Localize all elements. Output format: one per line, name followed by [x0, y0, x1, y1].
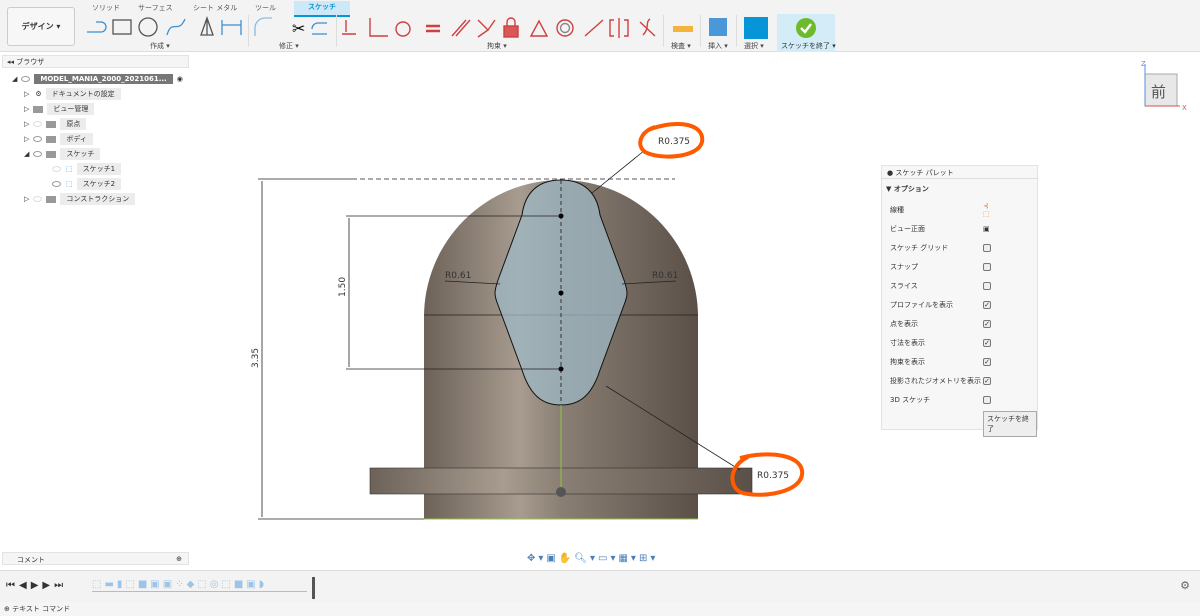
- finish-sketch-label: スケッチを終了 ▾: [781, 42, 836, 50]
- dimension-radius-top[interactable]: R0.375: [658, 137, 690, 147]
- navigation-bar[interactable]: ✥▾▣✋🔍︎▾▭▾▦▾⊞▾: [527, 553, 658, 564]
- fix-icon: [342, 20, 356, 35]
- show-projected-geometry-checkbox[interactable]: ✓: [983, 377, 991, 385]
- measure-icon: [673, 26, 693, 32]
- sketch-grid-checkbox[interactable]: [983, 244, 991, 252]
- show-constraints-checkbox[interactable]: ✓: [983, 358, 991, 366]
- midpoint-icon: [584, 19, 604, 37]
- parallel-icon: [451, 19, 471, 37]
- collinear-icon: [477, 19, 496, 38]
- show-profile-checkbox[interactable]: ✓: [983, 301, 991, 309]
- palette-finish-sketch-button[interactable]: スケッチを終了: [983, 411, 1037, 437]
- svg-text:Z: Z: [1141, 60, 1146, 68]
- timeline-playback-controls[interactable]: ⏮◀▶▶⏭: [6, 580, 67, 591]
- fillet-icon: [254, 17, 272, 36]
- triangle-constraint-icon: [529, 19, 549, 37]
- insert-menu[interactable]: 挿入 ▾: [708, 41, 728, 51]
- select-icon: [744, 17, 768, 39]
- comments-panel[interactable]: コメント ⊕: [2, 552, 189, 565]
- perpendicular-icon: [369, 18, 388, 37]
- spline-icon: [166, 18, 186, 36]
- trim-scissors-icon: ✂: [292, 19, 305, 38]
- snap-checkbox[interactable]: [983, 263, 991, 271]
- dimension-radius-bottom[interactable]: R0.375: [757, 471, 789, 481]
- linetype-icon[interactable]: ⊰ ⬚: [983, 202, 990, 218]
- concentric-icon: [556, 19, 574, 37]
- checkmark-icon: [796, 18, 816, 38]
- timeline-features[interactable]: ⬚▬▮⬚■▣▣⁘◆⬚◎⬚■▣◗: [92, 579, 267, 590]
- svg-text:X: X: [1182, 104, 1187, 112]
- show-points-checkbox[interactable]: ✓: [983, 320, 991, 328]
- line-icon: [87, 21, 107, 33]
- symmetry-icon: [609, 18, 629, 38]
- dimension-slot-length[interactable]: 1.50: [338, 277, 348, 297]
- dimension-radius-left[interactable]: R0.61: [445, 271, 471, 281]
- finish-sketch-button[interactable]: スケッチを終了 ▾: [777, 14, 836, 52]
- add-comment-icon: ⊕: [176, 555, 182, 563]
- dimension-height[interactable]: 3.35: [251, 348, 261, 368]
- inspect-menu[interactable]: 検査 ▾: [671, 41, 691, 51]
- modify-menu[interactable]: 修正 ▾: [279, 41, 299, 51]
- create-menu[interactable]: 作成 ▾: [150, 41, 170, 51]
- timeline-marker[interactable]: [312, 577, 315, 599]
- viewcube-face-front: 前: [1151, 83, 1166, 101]
- lock-icon: [503, 25, 519, 38]
- tangent-icon: [395, 21, 411, 37]
- equal-icon: [426, 24, 440, 33]
- circle-icon: [138, 17, 158, 37]
- timeline: ⏮◀▶▶⏭ ⬚▬▮⬚■▣▣⁘◆⬚◎⬚■▣◗ ⚙: [0, 570, 1200, 602]
- show-dimensions-checkbox[interactable]: ✓: [983, 339, 991, 347]
- sketch-palette: ● スケッチ パレット ▼ オプション 線種 ⊰ ⬚ ビュー正面 ▣ スケッチ グリ…: [881, 165, 1038, 437]
- constraints-menu[interactable]: 拘束 ▾: [487, 41, 507, 51]
- curvature-icon: [639, 18, 656, 37]
- triangle-icon: [200, 16, 214, 36]
- options-section[interactable]: ▼ オプション: [882, 179, 1037, 199]
- look-at-icon[interactable]: ▣: [983, 225, 990, 233]
- 3d-sketch-checkbox[interactable]: [983, 396, 991, 404]
- dimension-line-icon: [221, 20, 242, 35]
- text-command-bar[interactable]: ⊕ テキスト コマンド: [0, 602, 1200, 616]
- dimension-radius-right[interactable]: R0.61: [652, 271, 678, 281]
- select-menu[interactable]: 選択 ▾: [744, 41, 764, 51]
- toolbar-icons[interactable]: ✂: [0, 0, 1200, 52]
- toolbar: デザイン ▾ ソリッド サーフェス シート メタル ツール スケッチ ✂ 作成 …: [0, 0, 1200, 52]
- rectangle-icon: [112, 19, 132, 35]
- palette-header: ● スケッチ パレット: [882, 166, 1037, 179]
- slice-checkbox[interactable]: [983, 282, 991, 290]
- settings-gear-icon[interactable]: ⚙: [1180, 579, 1190, 592]
- offset-icon: [311, 22, 327, 35]
- insert-image-icon: [709, 18, 727, 36]
